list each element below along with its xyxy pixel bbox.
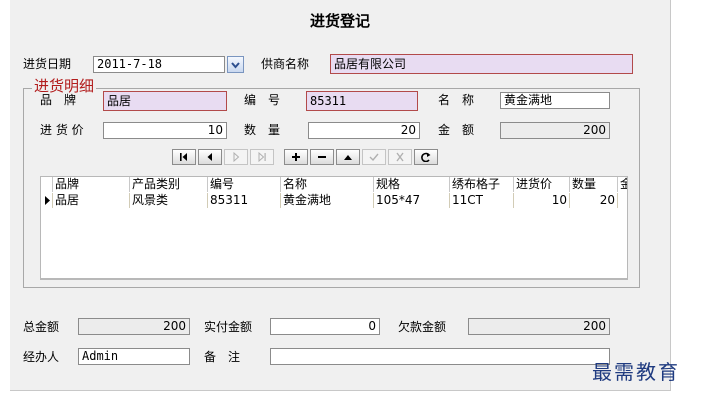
date-dropdown-button[interactable] [227,56,244,73]
supplier-label: 供商名称 [261,57,310,71]
supplier-field[interactable]: 品居有限公司 [330,54,633,74]
nav-first-button[interactable] [172,149,196,165]
note-label: 备 注 [204,350,241,364]
cancel-record-icon [396,152,404,162]
chevron-down-icon [231,62,240,69]
brand-label: 品 牌 [40,93,77,107]
table-cell[interactable]: 黄金满地 [281,193,374,208]
quantity-field[interactable]: 20 [308,122,420,139]
detail-grid[interactable]: 品牌 产品类别 编号 名称 规格 绣布格子 进货价 数量 金 品居 风景类 85… [40,176,628,279]
nav-edit-button[interactable] [336,149,360,165]
nav-last-button[interactable] [250,149,274,165]
table-cell[interactable]: 品居 [53,193,130,208]
table-cell[interactable]: 11CT [450,193,514,208]
date-label: 进货日期 [23,57,72,71]
column-header[interactable]: 名称 [281,177,374,192]
row-indicator [41,193,53,208]
nav-cancel-button[interactable] [388,149,412,165]
nav-next-button[interactable] [224,149,248,165]
quantity-label: 数 量 [244,123,281,137]
brand-field[interactable]: 品居 [103,91,227,111]
column-header[interactable]: 金 [618,177,627,192]
nav-delete-button[interactable] [310,149,334,165]
current-row-arrow-icon [45,196,50,205]
next-record-icon [233,152,240,162]
note-field[interactable] [270,348,610,365]
product-name-field[interactable]: 黄金满地 [500,92,610,109]
purchase-date-field[interactable]: 2011-7-18 [93,56,225,73]
row-indicator-header [41,177,53,192]
name-label: 名 称 [438,93,475,107]
watermark-text: 最需教育 [592,360,680,384]
column-header[interactable]: 规格 [374,177,450,192]
table-cell[interactable] [618,193,627,208]
insert-record-icon [292,153,300,161]
column-header[interactable]: 绣布格子 [450,177,514,192]
delete-record-icon [318,156,326,158]
owed-label: 欠款金额 [398,320,447,334]
table-cell[interactable]: 85311 [208,193,281,208]
price-field[interactable]: 10 [103,122,227,139]
edit-record-icon [344,155,352,160]
owed-amount-field: 200 [468,318,610,335]
code-field[interactable]: 85311 [306,91,418,111]
first-record-icon [180,153,187,161]
column-header[interactable]: 编号 [208,177,281,192]
amount-label: 金 额 [438,123,475,137]
refresh-record-icon [421,152,431,162]
table-cell[interactable]: 20 [570,193,618,208]
price-label: 进 货 价 [40,123,84,137]
nav-refresh-button[interactable] [414,149,438,165]
grid-divider [40,279,628,280]
post-record-icon [369,153,379,162]
nav-post-button[interactable] [362,149,386,165]
total-label: 总金额 [23,320,60,334]
column-header[interactable]: 产品类别 [130,177,208,192]
nav-insert-button[interactable] [284,149,308,165]
last-record-icon [258,152,266,162]
paid-amount-field[interactable]: 0 [270,318,380,335]
column-header[interactable]: 数量 [570,177,618,192]
page-title: 进货登记 [309,12,370,30]
paid-label: 实付金额 [204,320,253,334]
table-cell[interactable]: 10 [514,193,570,208]
handler-field[interactable]: Admin [78,348,190,365]
nav-prior-button[interactable] [198,149,222,165]
prior-record-icon [207,153,212,161]
total-amount-field: 200 [78,318,190,335]
table-cell[interactable]: 105*47 [374,193,450,208]
column-header[interactable]: 品牌 [53,177,130,192]
column-header[interactable]: 进货价 [514,177,570,192]
handler-label: 经办人 [23,350,60,364]
amount-field: 200 [500,122,610,139]
table-cell[interactable]: 风景类 [130,193,208,208]
code-label: 编 号 [244,93,281,107]
